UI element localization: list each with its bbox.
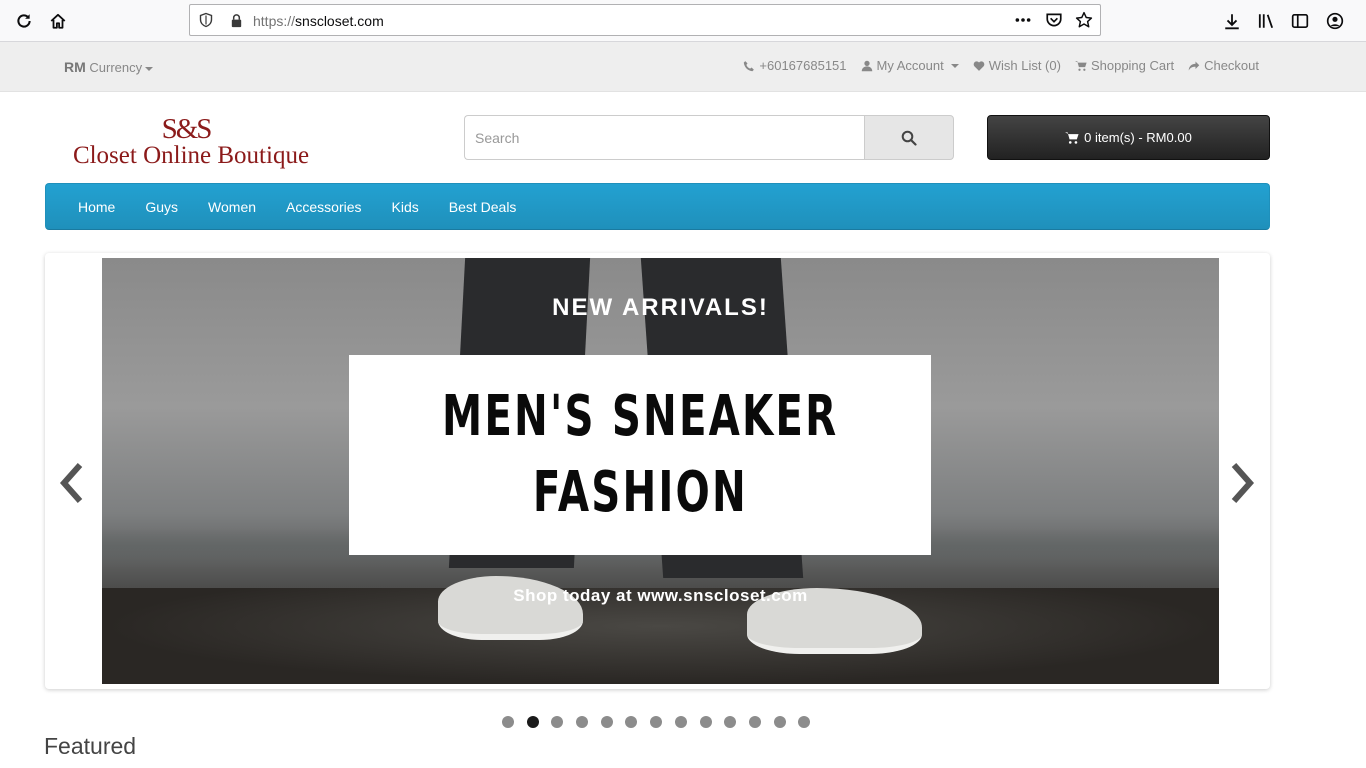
menu-item-guys[interactable]: Guys xyxy=(130,199,193,215)
slide-dot[interactable] xyxy=(724,716,737,728)
currency-dropdown[interactable]: RM Currency xyxy=(64,59,154,75)
menu-item-accessories[interactable]: Accessories xyxy=(271,199,376,215)
slide-dot[interactable] xyxy=(674,716,687,728)
phone-icon xyxy=(744,60,755,71)
chevron-left-icon xyxy=(59,463,83,503)
url-text: https://snscloset.com xyxy=(253,13,384,29)
cart-icon xyxy=(1065,131,1079,144)
checkout-label: Checkout xyxy=(1204,58,1259,73)
download-icon[interactable] xyxy=(1221,10,1243,32)
browser-toolbar: https://snscloset.com xyxy=(0,0,1366,42)
cart-button[interactable]: 0 item(s) - RM0.00 xyxy=(987,115,1270,160)
search-box xyxy=(464,115,954,160)
slide-dot[interactable] xyxy=(600,716,613,728)
share-arrow-icon xyxy=(1188,61,1200,70)
cart-summary: 0 item(s) - RM0.00 xyxy=(1084,130,1192,145)
search-input[interactable] xyxy=(464,115,864,160)
chevron-right-icon xyxy=(1231,463,1255,503)
slide-dot[interactable] xyxy=(773,716,786,728)
sidebar-icon[interactable] xyxy=(1289,10,1311,32)
slide-dot[interactable] xyxy=(798,716,811,728)
my-account-label: My Account xyxy=(876,58,944,73)
phone-number: +60167685151 xyxy=(759,58,847,73)
slide-dot[interactable] xyxy=(551,716,564,728)
slide-dot[interactable] xyxy=(576,716,589,728)
shield-icon[interactable] xyxy=(197,11,215,29)
slide-dot[interactable] xyxy=(650,716,663,728)
currency-symbol: RM xyxy=(64,59,86,75)
currency-label: Currency xyxy=(89,60,143,75)
slide-title-box: MEN'S SNEAKER FASHION xyxy=(349,355,931,555)
main-menu: Home Guys Women Accessories Kids Best De… xyxy=(45,183,1270,230)
menu-item-women[interactable]: Women xyxy=(193,199,271,215)
slide-prev-button[interactable] xyxy=(57,458,87,508)
logo-mark: S&S xyxy=(161,113,213,145)
reload-icon[interactable] xyxy=(13,10,35,32)
logo-name: Closet Online Boutique xyxy=(72,142,310,169)
address-bar[interactable]: https://snscloset.com xyxy=(189,4,1101,36)
pocket-icon[interactable] xyxy=(1045,11,1063,29)
lock-icon[interactable] xyxy=(227,11,245,29)
wish-list-label: Wish List (0) xyxy=(988,58,1061,73)
cart-icon xyxy=(1074,60,1087,71)
caret-down-icon xyxy=(145,66,154,71)
heart-icon xyxy=(973,60,985,71)
shopping-cart-link[interactable]: Shopping Cart xyxy=(1074,58,1175,73)
phone-link[interactable]: +60167685151 xyxy=(743,58,847,73)
shopping-cart-label: Shopping Cart xyxy=(1090,58,1175,73)
menu-item-kids[interactable]: Kids xyxy=(377,199,434,215)
slide-headline: NEW ARRIVALS! xyxy=(552,294,769,321)
slide-tagline: Shop today at www.snscloset.com xyxy=(513,586,808,605)
search-button[interactable] xyxy=(864,115,954,160)
home-icon[interactable] xyxy=(47,10,69,32)
menu-item-best-deals[interactable]: Best Deals xyxy=(434,199,532,215)
slide-dot[interactable] xyxy=(699,716,712,728)
slideshow: NEW ARRIVALS! MEN'S SNEAKER FASHION Shop… xyxy=(45,253,1270,689)
slide-dot[interactable] xyxy=(748,716,761,728)
search-icon xyxy=(901,130,917,146)
menu-item-home[interactable]: Home xyxy=(63,199,130,215)
slide-pagination xyxy=(502,716,811,728)
account-icon[interactable] xyxy=(1324,10,1346,32)
checkout-link[interactable]: Checkout xyxy=(1188,58,1259,73)
top-links: +60167685151 My Account Wish List (0) Sh… xyxy=(743,58,1259,73)
star-icon[interactable] xyxy=(1075,11,1093,29)
caret-down-icon xyxy=(950,63,959,68)
top-bar: RM Currency +60167685151 My Account Wish… xyxy=(0,42,1366,92)
slide-title-line-1: MEN'S SNEAKER xyxy=(441,384,839,449)
my-account-dropdown[interactable]: My Account xyxy=(861,58,959,73)
slide-dot[interactable] xyxy=(502,716,514,728)
more-icon[interactable] xyxy=(1014,11,1032,29)
slide-next-button[interactable] xyxy=(1227,458,1257,508)
library-icon[interactable] xyxy=(1255,10,1277,32)
slide-banner[interactable]: NEW ARRIVALS! MEN'S SNEAKER FASHION Shop… xyxy=(102,258,1219,684)
featured-heading: Featured xyxy=(44,733,137,759)
slide-dot[interactable] xyxy=(625,716,638,728)
user-icon xyxy=(861,60,872,71)
wish-list-link[interactable]: Wish List (0) xyxy=(973,58,1061,73)
site-logo[interactable]: S&S Closet Online Boutique xyxy=(46,114,336,174)
slide-dot[interactable] xyxy=(526,716,539,728)
slide-title-line-2: FASHION xyxy=(532,460,748,525)
